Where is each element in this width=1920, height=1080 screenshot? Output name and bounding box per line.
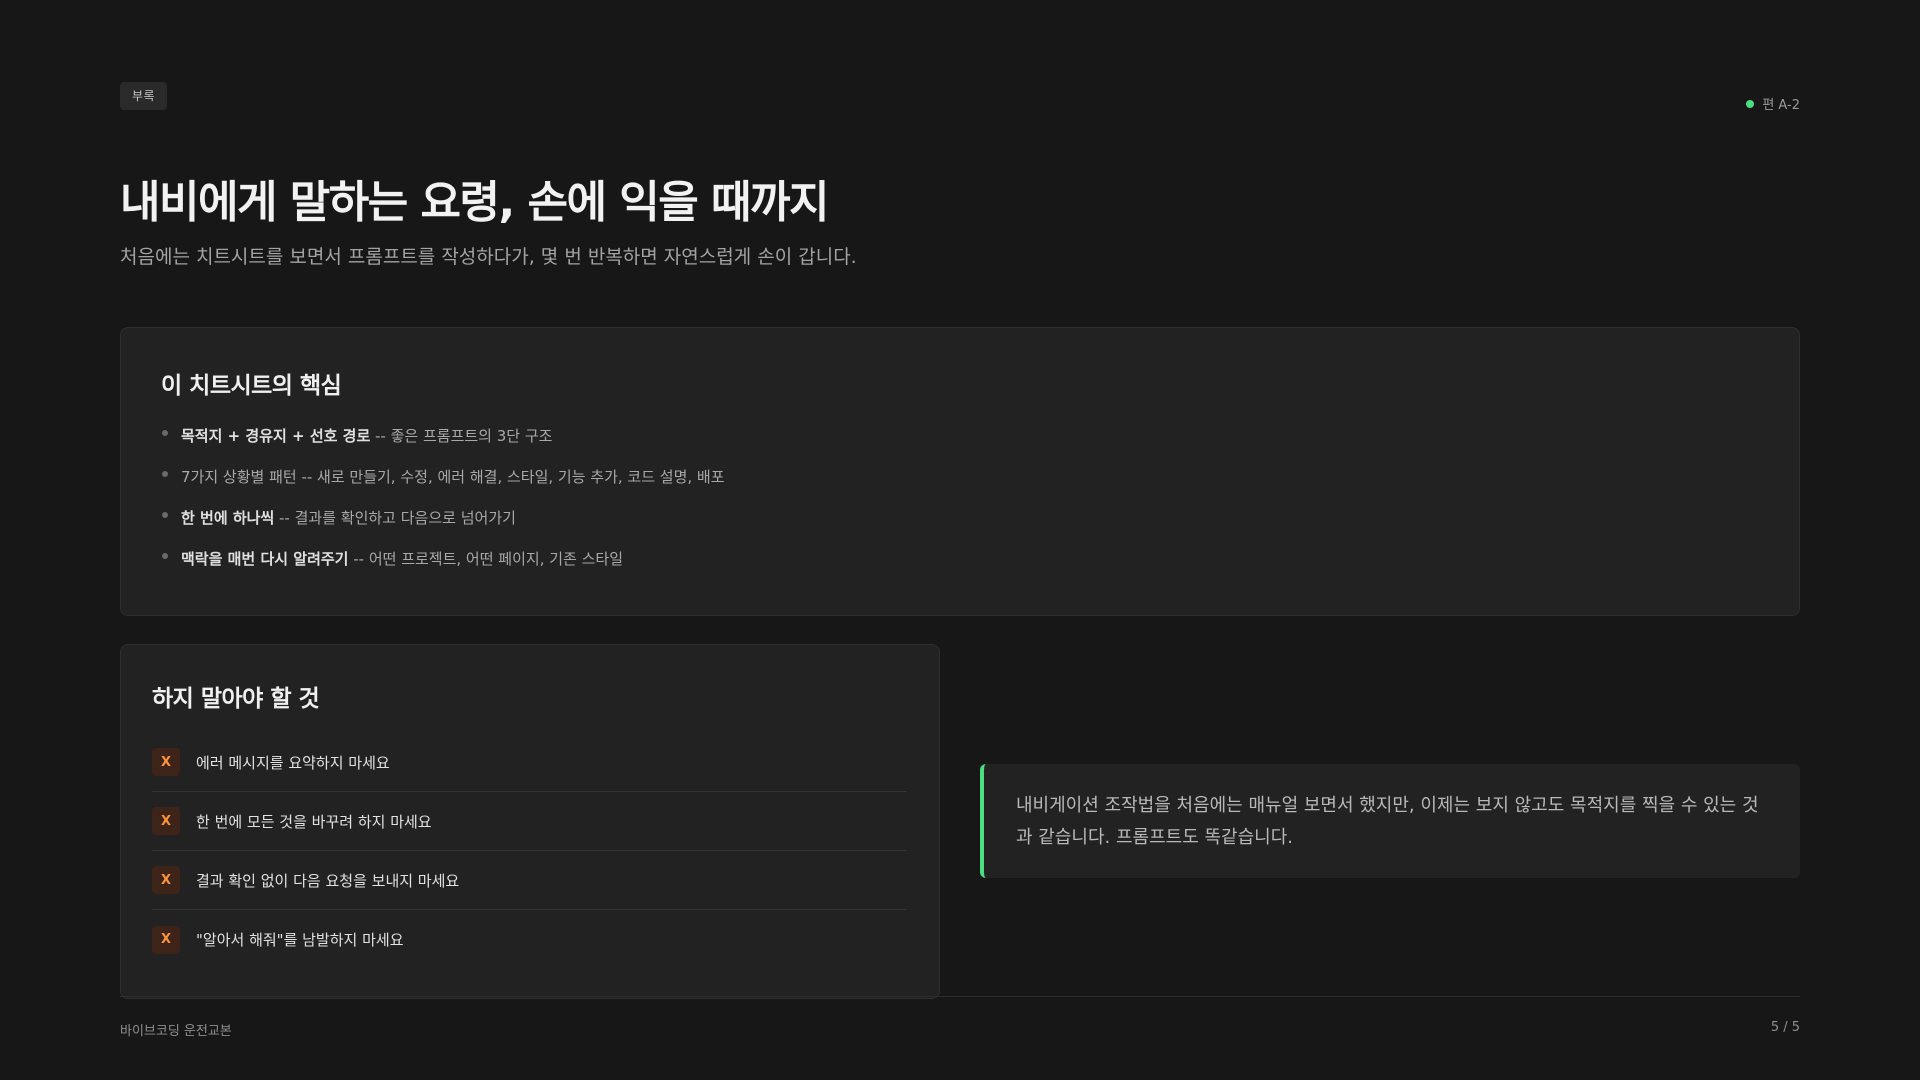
slide-page: 부록 편 A-2 내비에게 말하는 요령, 손에 익을 때까지 처음에는 치트시…	[0, 0, 1920, 1080]
page-number: 5 / 5	[1770, 1020, 1800, 1035]
summary-item-text: -- 어떤 프로젝트, 어떤 페이지, 기존 스타일	[348, 550, 624, 568]
summary-item-bold: 목적지 + 경유지 + 선호 경로	[181, 427, 371, 445]
dont-item-text: 한 번에 모든 것을 바꾸려 하지 마세요	[196, 812, 432, 831]
summary-item: 7가지 상황별 패턴 -- 새로 만들기, 수정, 에러 해결, 스타일, 기능…	[161, 467, 1759, 487]
summary-item-text: 7가지 상황별 패턴 -- 새로 만들기, 수정, 에러 해결, 스타일, 기능…	[181, 468, 725, 486]
slide-reference: 편 A-2	[1746, 94, 1800, 113]
dont-item: X 에러 메시지를 요약하지 마세요	[152, 733, 907, 792]
dont-item: X 한 번에 모든 것을 바꾸려 하지 마세요	[152, 792, 907, 851]
summary-item: 한 번에 하나씩 -- 결과를 확인하고 다음으로 넘어가기	[161, 508, 1759, 528]
x-mark-icon: X	[152, 866, 180, 894]
summary-title: 이 치트시트의 핵심	[161, 373, 342, 399]
x-mark-icon: X	[152, 925, 180, 954]
summary-item-text: -- 결과를 확인하고 다음으로 넘어가기	[274, 509, 516, 527]
summary-item: 맥락을 매번 다시 알려주기 -- 어떤 프로젝트, 어떤 페이지, 기존 스타…	[161, 549, 1759, 569]
footer-divider	[120, 996, 1800, 997]
page-title: 내비에게 말하는 요령, 손에 익을 때까지	[120, 177, 830, 228]
x-mark-icon: X	[152, 748, 180, 776]
summary-item: 목적지 + 경유지 + 선호 경로 -- 좋은 프롬프트의 3단 구조	[161, 426, 1759, 446]
donts-title: 하지 말아야 할 것	[152, 686, 320, 712]
dont-item-text: "알아서 해줘"를 남발하지 마세요	[196, 931, 404, 949]
summary-item-bold: 맥락을 매번 다시 알려주기	[181, 550, 349, 568]
dont-item: X 결과 확인 없이 다음 요청을 보내지 마세요	[152, 851, 907, 910]
dont-item-text: 결과 확인 없이 다음 요청을 보내지 마세요	[196, 871, 460, 890]
x-mark-icon: X	[152, 807, 180, 835]
footer-book-title: 바이브코딩 운전교본	[120, 1024, 232, 1039]
status-dot-icon	[1746, 99, 1755, 108]
donts-list: X 에러 메시지를 요약하지 마세요 X 한 번에 모든 것을 바꾸려 하지 마…	[152, 733, 907, 969]
page-subtitle: 처음에는 치트시트를 보면서 프롬프트를 작성하다가, 몇 번 반복하면 자연스…	[120, 246, 857, 268]
summary-item-bold: 한 번에 하나씩	[181, 509, 275, 527]
dont-item-text: 에러 메시지를 요약하지 마세요	[196, 753, 390, 772]
summary-item-text: -- 좋은 프롬프트의 3단 구조	[370, 427, 553, 445]
section-tag: 부록	[120, 82, 168, 110]
summary-card: 이 치트시트의 핵심 목적지 + 경유지 + 선호 경로 -- 좋은 프롬프트의…	[120, 327, 1800, 616]
dont-item: X "알아서 해줘"를 남발하지 마세요	[152, 910, 907, 969]
donts-card: 하지 말아야 할 것 X 에러 메시지를 요약하지 마세요 X 한 번에 모든 …	[120, 644, 940, 999]
analogy-quote: 내비게이션 조작법을 처음에는 매뉴얼 보면서 했지만, 이제는 보지 않고도 …	[980, 764, 1800, 878]
reference-label: 편 A-2	[1762, 98, 1800, 113]
summary-list: 목적지 + 경유지 + 선호 경로 -- 좋은 프롬프트의 3단 구조 7가지 …	[161, 426, 1759, 569]
